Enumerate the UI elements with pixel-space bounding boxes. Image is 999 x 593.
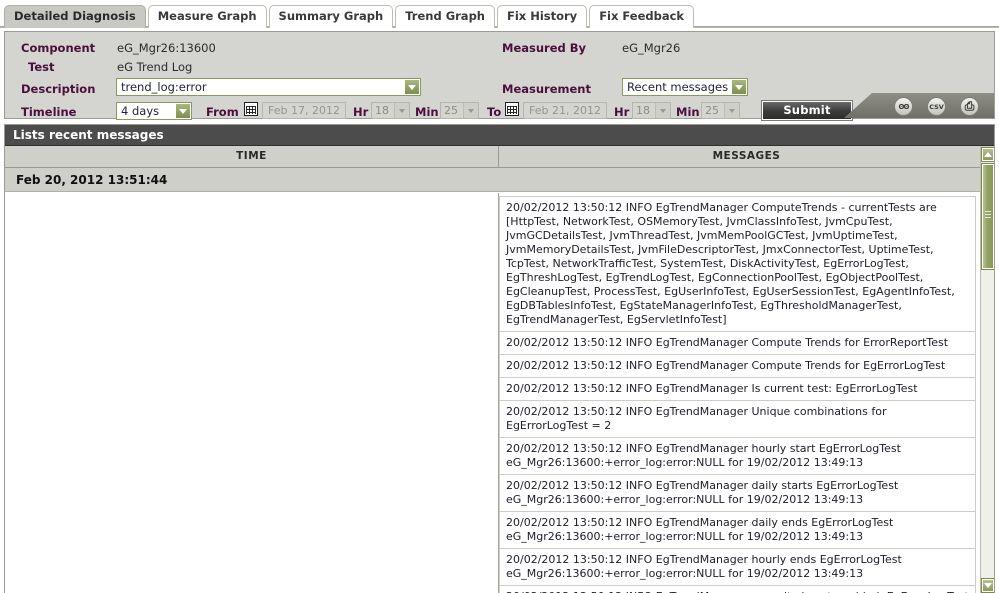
tab-label: Fix History	[506, 9, 578, 23]
from-date-input[interactable]: Feb 17, 2012	[262, 102, 346, 119]
timestamp-value: Feb 20, 2012 13:51:44	[16, 172, 168, 187]
binoculars-icon[interactable]: ʘʘ	[894, 97, 913, 116]
chevron-down-icon[interactable]	[394, 103, 409, 118]
list-item: 20/02/2012 13:50:12 INFO EgTrendManager …	[499, 401, 976, 438]
calendar-grid	[246, 106, 256, 114]
tab-fix-feedback[interactable]: Fix Feedback	[589, 5, 695, 28]
scroll-up-button[interactable]	[981, 147, 994, 162]
measurement-selected-value: Recent messages	[627, 80, 729, 94]
tab-label: Fix Feedback	[599, 9, 685, 23]
list-item: 20/02/2012 13:50:12 INFO EgTrendManager …	[499, 332, 976, 355]
from-min-label: Min	[415, 105, 439, 119]
list-item: 20/02/2012 13:50:12 INFO EgTrendManager …	[499, 586, 976, 593]
list-item: 20/02/2012 13:50:12 INFO EgTrendManager …	[499, 549, 976, 586]
detailed-diagnosis-window: Detailed Diagnosis Measure Graph Summary G…	[0, 0, 999, 593]
to-min-label: Min	[676, 105, 700, 119]
description-selected-value: trend_log:error	[121, 80, 207, 94]
tab-measure-graph[interactable]: Measure Graph	[147, 5, 267, 28]
test-value: eG Trend Log	[117, 60, 193, 74]
chevron-down-icon[interactable]	[724, 103, 739, 118]
chevron-down-icon	[984, 583, 992, 588]
calendar-grid	[507, 106, 517, 114]
to-hr-label: Hr	[614, 105, 630, 119]
measurement-label: Measurement	[502, 82, 591, 96]
measured-by-label: Measured By	[502, 41, 587, 55]
tab-label: Summary Graph	[278, 9, 384, 23]
from-minute-value: 25	[444, 104, 458, 117]
calendar-icon-to[interactable]	[505, 102, 519, 116]
measured-by-value: eG_Mgr26	[622, 41, 681, 55]
timeline-selected-value: 4 days	[121, 104, 160, 118]
test-label: Test	[28, 60, 55, 74]
list-item: 20/02/2012 13:50:12 INFO EgTrendManager …	[499, 355, 976, 378]
tab-detailed-diagnosis[interactable]: Detailed Diagnosis	[4, 5, 146, 28]
description-label: Description	[21, 82, 96, 96]
tab-label: Trend Graph	[405, 9, 485, 23]
from-hour-value: 18	[375, 104, 389, 117]
timeline-select[interactable]: 4 days	[116, 102, 192, 120]
column-header-messages: MESSAGES	[712, 150, 781, 162]
results-panel: Lists recent messages TIME MESSAGES Feb …	[4, 124, 995, 593]
timeline-label: Timeline	[21, 105, 77, 119]
column-header-time: TIME	[5, 146, 499, 167]
list-item: 20/02/2012 13:50:12 INFO EgTrendManager …	[499, 378, 976, 401]
to-hour-select[interactable]: 18	[632, 102, 671, 119]
time-column-spacer	[5, 193, 499, 593]
csv-export-icon[interactable]: CSV	[927, 97, 946, 116]
chevron-down-icon[interactable]	[404, 79, 420, 95]
scroll-down-button[interactable]	[981, 578, 994, 593]
calendar-icon-from[interactable]	[244, 102, 258, 116]
measurement-select[interactable]: Recent messages	[622, 78, 748, 96]
messages-body: 20/02/2012 13:50:12 INFO EgTrendManager …	[5, 193, 980, 593]
chevron-down-icon[interactable]	[463, 103, 478, 118]
to-date-input[interactable]: Feb 21, 2012	[523, 102, 607, 119]
from-label: From	[206, 105, 239, 119]
print-icon[interactable]: ⎙	[960, 97, 979, 116]
timestamp-group-row: Feb 20, 2012 13:51:44	[5, 168, 994, 192]
results-title: Lists recent messages	[5, 125, 994, 146]
chevron-down-icon[interactable]	[175, 103, 191, 119]
diagnosis-criteria-panel: Component eG_Mgr26:13600 Test eG Trend L…	[4, 31, 995, 121]
from-hour-select[interactable]: 18	[371, 102, 410, 119]
chevron-down-icon[interactable]	[655, 103, 670, 118]
tab-trend-graph[interactable]: Trend Graph	[395, 5, 495, 28]
list-item: 20/02/2012 13:50:12 INFO EgTrendManager …	[499, 438, 976, 475]
to-minute-value: 25	[705, 104, 719, 117]
to-minute-select[interactable]: 25	[701, 102, 740, 119]
results-table-header: TIME MESSAGES	[5, 146, 994, 168]
messages-column: 20/02/2012 13:50:12 INFO EgTrendManager …	[499, 193, 980, 593]
export-toolbar: ʘʘ CSV ⎙	[844, 93, 994, 118]
scrollbar-thumb[interactable]	[981, 163, 994, 270]
from-minute-select[interactable]: 25	[440, 102, 479, 119]
to-label: To	[487, 105, 502, 119]
tab-bar: Detailed Diagnosis Measure Graph Summary G…	[0, 0, 999, 28]
list-item: 20/02/2012 13:50:12 INFO EgTrendManager …	[499, 196, 976, 332]
tab-label: Measure Graph	[157, 9, 257, 23]
list-item: 20/02/2012 13:50:12 INFO EgTrendManager …	[499, 512, 976, 549]
component-label: Component	[21, 41, 96, 55]
component-value: eG_Mgr26:13600	[117, 41, 216, 55]
submit-button[interactable]: Submit	[761, 100, 853, 121]
tab-label: Detailed Diagnosis	[14, 9, 136, 23]
from-hr-label: Hr	[353, 105, 369, 119]
vertical-scrollbar[interactable]	[980, 147, 994, 593]
list-item: 20/02/2012 13:50:12 INFO EgTrendManager …	[499, 475, 976, 512]
tab-fix-history[interactable]: Fix History	[496, 5, 588, 28]
tab-summary-graph[interactable]: Summary Graph	[268, 5, 394, 28]
chevron-down-icon[interactable]	[731, 79, 747, 95]
grip-lines-icon	[985, 211, 991, 218]
description-select[interactable]: trend_log:error	[116, 78, 421, 96]
to-hour-value: 18	[636, 104, 650, 117]
chevron-up-icon	[984, 152, 992, 157]
